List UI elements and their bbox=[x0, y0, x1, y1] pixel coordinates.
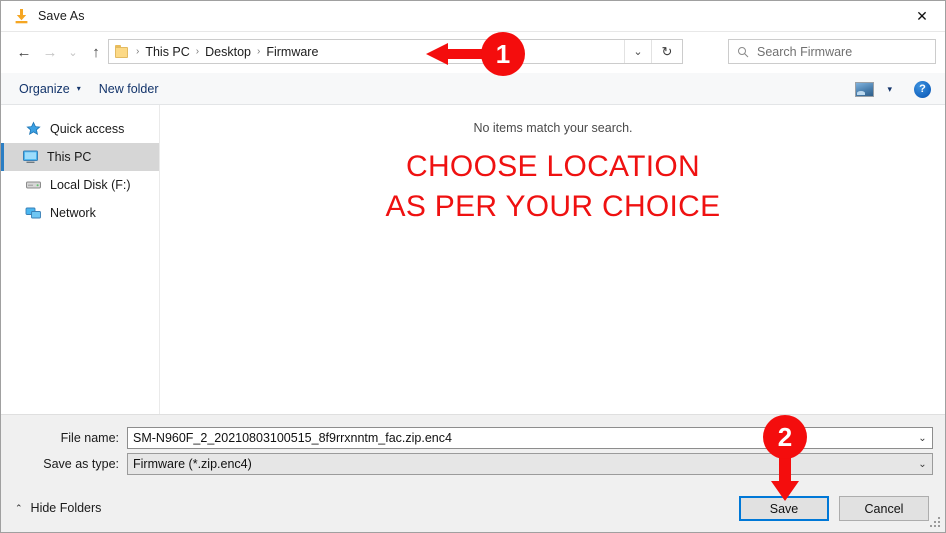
save-as-dialog: Save As ✕ ← → ⌄ ↑ › This PC › Desktop › … bbox=[0, 0, 946, 533]
chevron-down-icon[interactable]: ⌄ bbox=[913, 428, 932, 448]
breadcrumb-separator-2: › bbox=[257, 46, 261, 57]
file-name-field[interactable]: SM-N960F_2_20210803100515_8f9rrxnntm_fac… bbox=[127, 427, 933, 449]
dialog-body: Quick access This PC Local Disk (F:) Net… bbox=[1, 105, 945, 414]
chevron-down-icon[interactable]: ⌄ bbox=[913, 454, 932, 474]
navigation-pane: Quick access This PC Local Disk (F:) Net… bbox=[1, 105, 160, 414]
callout-marker-1: 1 bbox=[481, 32, 525, 76]
sidebar-label: Quick access bbox=[50, 122, 125, 136]
sidebar-label: This PC bbox=[47, 150, 92, 164]
toolbar-right-group: ▾ ? bbox=[855, 73, 945, 105]
sidebar-item-network[interactable]: Network bbox=[1, 199, 159, 227]
view-layout-icon[interactable] bbox=[855, 81, 875, 97]
callout-marker-2: 2 bbox=[763, 415, 807, 459]
annotation-line-1: CHOOSE LOCATION bbox=[406, 150, 700, 183]
breadcrumb-item-firmware[interactable]: Firmware bbox=[266, 45, 318, 59]
chevron-down-icon[interactable]: ⌄ bbox=[624, 40, 651, 63]
empty-state-message: No items match your search. bbox=[473, 121, 633, 135]
sidebar-item-local-disk-f[interactable]: Local Disk (F:) bbox=[1, 171, 159, 199]
cancel-button[interactable]: Cancel bbox=[839, 496, 929, 521]
close-icon[interactable]: ✕ bbox=[899, 1, 945, 31]
new-folder-button[interactable]: New folder bbox=[99, 82, 159, 96]
network-icon bbox=[25, 205, 42, 221]
save-as-type-label: Save as type: bbox=[43, 457, 119, 471]
forward-button[interactable]: → bbox=[37, 38, 63, 68]
sidebar-label: Local Disk (F:) bbox=[50, 178, 131, 192]
star-icon bbox=[25, 121, 42, 137]
sidebar-item-this-pc[interactable]: This PC bbox=[1, 143, 159, 171]
annotation-overlay: CHOOSE LOCATION AS PER YOUR CHOICE bbox=[161, 147, 945, 227]
up-button[interactable]: ↑ bbox=[83, 38, 109, 68]
file-name-label: File name: bbox=[60, 431, 119, 445]
search-icon bbox=[737, 46, 749, 58]
sidebar-label: Network bbox=[50, 206, 96, 220]
sidebar-item-quick-access[interactable]: Quick access bbox=[1, 115, 159, 143]
breadcrumb-separator-0: › bbox=[136, 46, 140, 57]
breadcrumb-item-this-pc[interactable]: This PC bbox=[145, 45, 189, 59]
refresh-icon[interactable]: ↻ bbox=[651, 40, 682, 63]
chevron-down-icon[interactable]: ▾ bbox=[887, 84, 892, 95]
file-name-value: SM-N960F_2_20210803100515_8f9rrxnntm_fac… bbox=[133, 431, 452, 445]
search-input[interactable]: Search Firmware bbox=[728, 39, 936, 64]
address-bar[interactable]: › This PC › Desktop › Firmware ⌄ ↻ bbox=[108, 39, 683, 64]
organize-label: Organize bbox=[19, 81, 70, 96]
breadcrumb-separator-1: › bbox=[195, 46, 200, 57]
organize-button[interactable]: Organize ▾ bbox=[19, 82, 81, 96]
save-as-type-field[interactable]: Firmware (*.zip.enc4) ⌄ bbox=[127, 453, 933, 475]
annotation-line-2: AS PER YOUR CHOICE bbox=[385, 189, 721, 223]
chevron-down-icon: ▾ bbox=[76, 84, 81, 93]
window-title: Save As bbox=[38, 9, 85, 23]
toolbar: Organize ▾ New folder ▾ ? bbox=[1, 73, 945, 105]
folder-icon bbox=[115, 45, 130, 58]
resize-grip[interactable] bbox=[930, 517, 942, 529]
download-icon bbox=[12, 7, 30, 25]
drive-icon bbox=[25, 177, 42, 193]
title-bar: Save As ✕ bbox=[1, 1, 945, 31]
hide-folders-button[interactable]: ⌃ Hide Folders bbox=[15, 501, 101, 515]
hide-folders-label: Hide Folders bbox=[30, 501, 102, 515]
breadcrumb-item-desktop[interactable]: Desktop bbox=[205, 45, 251, 59]
save-as-type-value: Firmware (*.zip.enc4) bbox=[133, 457, 252, 471]
back-button[interactable]: ← bbox=[11, 38, 37, 68]
help-icon[interactable]: ? bbox=[914, 80, 931, 98]
file-list-pane[interactable]: No items match your search. CHOOSE LOCAT… bbox=[161, 105, 945, 414]
search-placeholder: Search Firmware bbox=[757, 44, 853, 59]
recent-locations-button[interactable]: ⌄ bbox=[63, 38, 83, 68]
monitor-icon bbox=[22, 149, 39, 165]
chevron-up-icon: ⌃ bbox=[15, 502, 23, 513]
